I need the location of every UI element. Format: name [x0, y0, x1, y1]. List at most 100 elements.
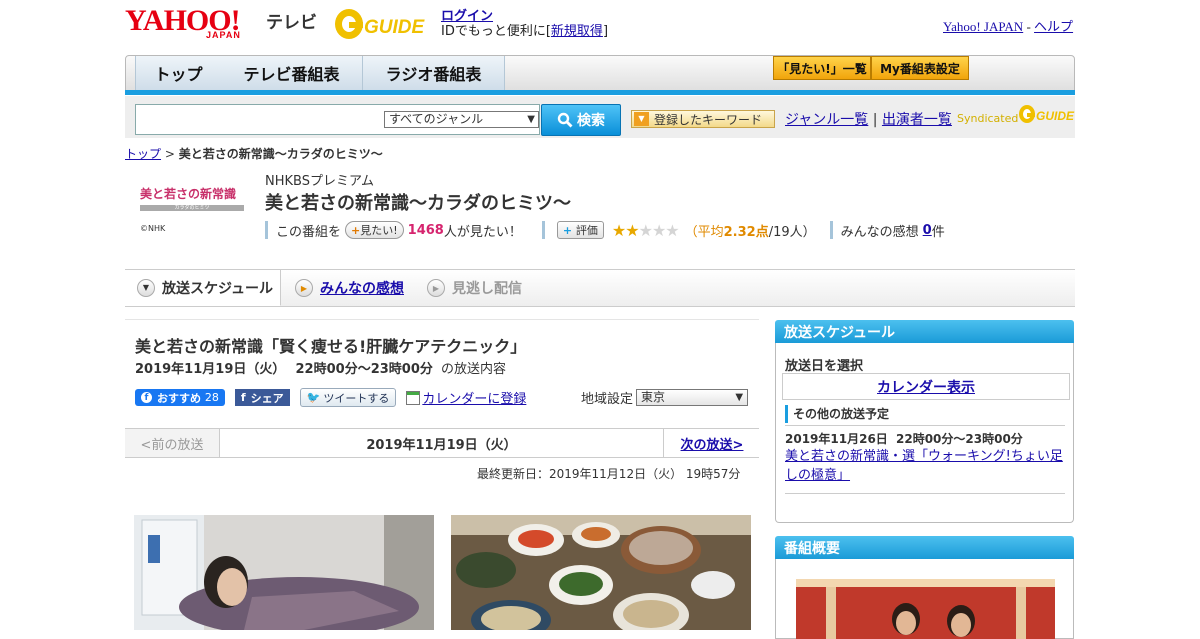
gguide-small-logo: GUIDE — [1019, 105, 1075, 123]
rating-votes: /19人） — [768, 224, 816, 240]
star-filled-icon: ★ — [611, 220, 626, 240]
id-note-text: IDでもっと便利に[ — [441, 24, 551, 39]
other-schedule-date: 2019年11月26日 — [785, 432, 888, 446]
tab-impressions-label: みんなの感想 — [320, 281, 404, 297]
thumb-credit: ©NHK — [140, 224, 166, 233]
episode-photo-woman — [134, 515, 434, 630]
episode-title: 美と若さの新常識「賢く痩せる!肝臓ケアテクニック」 — [135, 337, 527, 356]
id-note-bracket: ] — [602, 24, 609, 39]
nav-accent-bar — [125, 90, 1075, 95]
episode-date-time: 22時00分～23時00分 — [295, 362, 433, 377]
episode-photo-food — [451, 515, 751, 630]
select-date-label: 放送日を選択 — [785, 359, 864, 374]
breadcrumb: トップ > 美と若さの新常識～カラダのヒミツ～ — [125, 145, 383, 162]
genre-select[interactable]: すべてのジャンル ▼ — [384, 111, 539, 128]
rating-open: （平均 — [684, 224, 724, 240]
dropdown-arrow-icon: ▼ — [735, 392, 744, 403]
tweet-button[interactable]: 🐦 ツイートする — [299, 388, 397, 407]
plus-icon: + — [351, 224, 361, 237]
svg-text:GUIDE: GUIDE — [1036, 109, 1075, 123]
genre-list-link[interactable]: ジャンル一覧 — [785, 112, 868, 128]
twitter-bird-icon: 🐦 — [306, 391, 321, 404]
prev-episode: <前の放送 — [125, 429, 220, 457]
fb-label: おすすめ — [157, 391, 201, 405]
search-button[interactable]: 検索 — [541, 104, 621, 136]
nav-tab-top[interactable]: トップ — [135, 56, 222, 90]
rating-row: この番組を +見たい! 1468 人が見たい！ + 評価 ★★★★★ （平均 2.… — [265, 220, 945, 240]
program-thumbnail: 美と若さの新常識 カラダのヒミツ ©NHK — [140, 185, 250, 235]
region-select[interactable]: 東京 ▼ — [636, 389, 749, 406]
facebook-share-button[interactable]: f シェア — [234, 389, 290, 406]
next-episode-link[interactable]: 次の放送> — [663, 429, 760, 457]
want-button[interactable]: +見たい! — [345, 221, 404, 239]
star-filled-icon: ★ — [625, 220, 639, 240]
signup-link[interactable]: 新規取得 — [551, 24, 603, 39]
overview-photo — [796, 579, 1055, 639]
impressions-label: みんなの感想 — [840, 224, 919, 240]
episode-date-day: 2019年11月19日（火） — [135, 362, 286, 377]
gguide-logo[interactable]: GUIDE — [334, 6, 432, 42]
sidebar-schedule-header: 放送スケジュール — [775, 320, 1074, 344]
triangle-down-icon: ▼ — [634, 112, 649, 126]
tab-streaming-label: 見逃し配信 — [452, 281, 522, 297]
program-channel: NHKBSプレミアム — [265, 174, 375, 189]
divider-bar — [541, 221, 545, 239]
last-updated: 最終更新日：2019年11月12日（火） 19時57分 — [477, 467, 741, 481]
other-schedule-link[interactable]: 美と若さの新常識・選「ウォーキング!ちょい足しの極意」 — [785, 447, 1067, 485]
keyword-button[interactable]: ▼ 登録したキーワード — [631, 110, 775, 128]
plus-icon: + — [562, 224, 576, 237]
chevron-right-icon: ▶ — [295, 279, 313, 297]
nav-tab-tv-schedule[interactable]: テレビ番組表 — [221, 56, 363, 90]
next-episode-label: 次の放送> — [680, 437, 744, 453]
other-schedule-heading: その他の放送予定 — [785, 405, 1067, 423]
tab-schedule[interactable]: ▼ 放送スケジュール — [125, 270, 281, 306]
episode-date-suffix: の放送内容 — [441, 362, 507, 377]
divider — [785, 425, 1065, 426]
sidebar-overview-header: 番組概要 — [775, 536, 1074, 560]
calendar-display-button[interactable]: カレンダー表示 — [782, 373, 1070, 400]
yahoo-japan-logo-text: JAPAN — [206, 30, 241, 40]
impressions-count-link[interactable]: 0 — [923, 223, 932, 238]
breadcrumb-current: 美と若さの新常識～カラダのヒミツ～ — [178, 147, 383, 161]
calendar-register-link[interactable]: カレンダーに登録 — [422, 388, 526, 407]
header-separator: - — [1023, 19, 1035, 34]
region-label: 地域設定 — [581, 392, 634, 407]
tab-streaming[interactable]: ▶ 見逃し配信 — [427, 270, 522, 306]
genre-select-value: すべてのジャンル — [389, 112, 484, 126]
tab-schedule-label: 放送スケジュール — [162, 280, 274, 297]
facebook-icon: f — [141, 392, 152, 403]
region-setting: 地域設定 東京 ▼ — [581, 388, 749, 407]
region-select-value: 東京 — [641, 390, 666, 404]
dropdown-arrow-icon: ▼ — [527, 114, 535, 125]
nav-tab-radio-schedule[interactable]: ラジオ番組表 — [363, 56, 505, 90]
divider-bar — [265, 221, 268, 239]
episode-nav-date: 2019年11月19日（火） — [220, 429, 663, 457]
want-list-button[interactable]: 「見たい!」一覧 — [773, 56, 871, 80]
keyword-button-label: 登録したキーワード — [654, 112, 763, 127]
calendar-icon — [406, 390, 421, 405]
social-buttons: f おすすめ 28 f シェア 🐦 ツイートする カレンダーに登録 — [135, 388, 526, 407]
search-links: ジャンル一覧 | 出演者一覧 — [785, 109, 952, 129]
my-schedule-button[interactable]: My番組表設定 — [871, 56, 969, 80]
facebook-recommend-button[interactable]: f おすすめ 28 — [135, 389, 225, 406]
yahoo-japan-link[interactable]: Yahoo! JAPAN — [943, 19, 1023, 34]
rating-average: 2.32点 — [723, 224, 769, 240]
breadcrumb-sep: > — [161, 147, 179, 161]
rate-button-label: 評価 — [575, 224, 598, 237]
id-note: IDでもっと便利に[新規取得] — [441, 20, 608, 39]
search-button-label: 検索 — [577, 113, 605, 129]
tv-logo-label[interactable]: テレビ — [266, 8, 317, 33]
want-count: 1468 — [407, 222, 444, 238]
rating-stars: ★★★★★ — [611, 220, 680, 240]
tab-impressions[interactable]: ▶ みんなの感想 — [295, 270, 404, 306]
other-schedule-title: 美と若さの新常識・選「ウォーキング!ちょい足しの極意」 — [785, 449, 1063, 483]
thumb-subtitle: カラダのヒミツ — [140, 205, 244, 211]
search-icon — [557, 112, 573, 128]
help-link[interactable]: ヘルプ — [1034, 19, 1073, 34]
rate-button[interactable]: + 評価 — [556, 221, 604, 239]
performer-list-link[interactable]: 出演者一覧 — [882, 112, 952, 128]
program-tabs: ▼ 放送スケジュール ▶ みんなの感想 ▶ 見逃し配信 — [125, 269, 1075, 307]
breadcrumb-top-link[interactable]: トップ — [125, 147, 161, 161]
syndicated-label: Syndicated GUIDE — [957, 103, 1080, 125]
star-empty-icon: ★ — [651, 220, 666, 240]
